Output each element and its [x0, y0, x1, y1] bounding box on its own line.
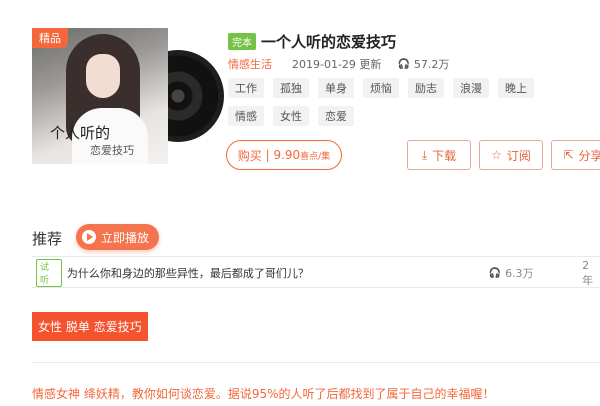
tag-item[interactable]: 情感: [228, 106, 264, 126]
album-description: 情感女神 绛妖精，教你如何谈恋爱。据说95%的人听了后都找到了属于自己的幸福喔！: [32, 387, 495, 401]
cover-caption-line2: 恋爱技巧: [90, 144, 134, 157]
cover-image: 个人听的 恋爱技巧 精品: [32, 28, 168, 164]
tag-item[interactable]: 励志: [408, 78, 444, 98]
category-link[interactable]: 情感生活: [228, 56, 272, 72]
buy-separator: |: [261, 148, 274, 162]
tag-item[interactable]: 浪漫: [453, 78, 489, 98]
album-title-row: 完本 一个人听的恋爱技巧: [228, 31, 396, 52]
album-cover[interactable]: 个人听的 恋爱技巧 精品: [32, 28, 224, 164]
recommend-heading: 推荐: [32, 230, 63, 248]
track-plays-value: 6.3万: [505, 267, 534, 280]
track-plays: 🎧 6.3万: [489, 265, 582, 281]
tag-item[interactable]: 孤独: [273, 78, 309, 98]
track-title[interactable]: 为什么你和身边的那些异性，最后都成了哥们儿？: [67, 265, 489, 281]
play-now-button[interactable]: 立即播放: [76, 224, 160, 250]
buy-price: 9.90: [273, 148, 301, 162]
cover-caption-line1: 个人听的: [50, 124, 111, 142]
buy-button[interactable]: 购买 | 9.90 喜点/集: [226, 140, 342, 170]
tag-list: 工作 孤独 单身 烦恼 励志 浪漫 晚上 情感 女性 恋爱: [228, 78, 578, 134]
tag-item[interactable]: 女性: [273, 106, 309, 126]
tag-item[interactable]: 烦恼: [363, 78, 399, 98]
buy-label: 购买: [237, 148, 262, 163]
track-time: 2年: [582, 258, 594, 287]
track-row[interactable]: 试听 为什么你和身边的那些异性，最后都成了哥们儿？ 🎧 6.3万 2年: [32, 259, 600, 287]
album-title: 一个人听的恋爱技巧: [261, 33, 397, 51]
divider: [32, 256, 600, 257]
play-count: 🎧 57.2万: [397, 56, 449, 72]
trial-badge: 试听: [36, 259, 62, 287]
tag-item[interactable]: 工作: [228, 78, 264, 98]
tag-item[interactable]: 恋爱: [318, 106, 354, 126]
download-button[interactable]: ⤓ 下载: [407, 140, 471, 170]
completed-badge: 完本: [228, 33, 256, 50]
headphones-icon: 🎧: [397, 58, 410, 70]
play-icon: [82, 230, 96, 244]
star-icon: ☆: [491, 148, 502, 162]
divider: [32, 287, 600, 288]
buy-unit: 喜点/集: [300, 151, 331, 162]
divider: [32, 362, 600, 363]
subscribe-label: 订阅: [506, 148, 531, 163]
play-now-label: 立即播放: [101, 230, 150, 245]
play-count-value: 57.2万: [413, 58, 450, 71]
download-label: 下载: [432, 148, 457, 163]
premium-badge: 精品: [32, 28, 68, 48]
share-label: 分享: [578, 148, 600, 163]
tag-item[interactable]: 单身: [318, 78, 354, 98]
headphones-icon: 🎧: [488, 267, 502, 279]
album-meta: 情感生活 2019-01-29 更新 🎧 57.2万: [228, 56, 449, 72]
share-icon: ⇱: [563, 148, 574, 162]
tag-item[interactable]: 晚上: [498, 78, 534, 98]
share-button[interactable]: ⇱ 分享: [551, 140, 600, 170]
update-date: 2019-01-29 更新: [292, 58, 382, 71]
subscribe-button[interactable]: ☆ 订阅: [479, 140, 543, 170]
intro-banner: 女性 脱单 恋爱技巧: [32, 312, 148, 341]
cover-figure-face: [86, 54, 120, 98]
download-icon: ⤓: [421, 147, 428, 162]
